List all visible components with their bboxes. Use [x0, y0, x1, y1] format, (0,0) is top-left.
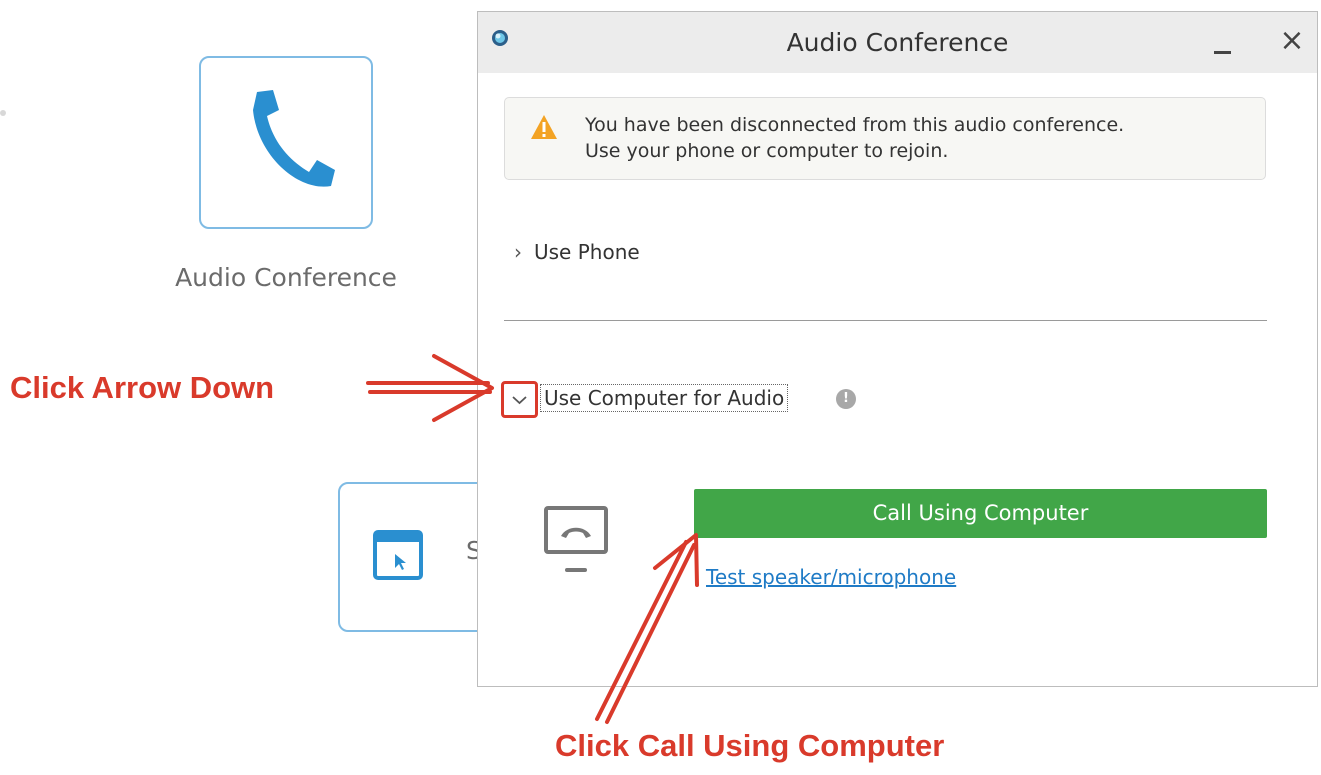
arrow-to-call-button — [595, 533, 699, 724]
annotation-click-arrow-down: Click Arrow Down — [10, 370, 275, 405]
screen: Audio Conference S Audio Conference × Yo… — [0, 0, 1321, 775]
annotation-click-call-using-computer: Click Call Using Computer — [555, 728, 945, 763]
arrow-to-chevron — [366, 354, 494, 422]
